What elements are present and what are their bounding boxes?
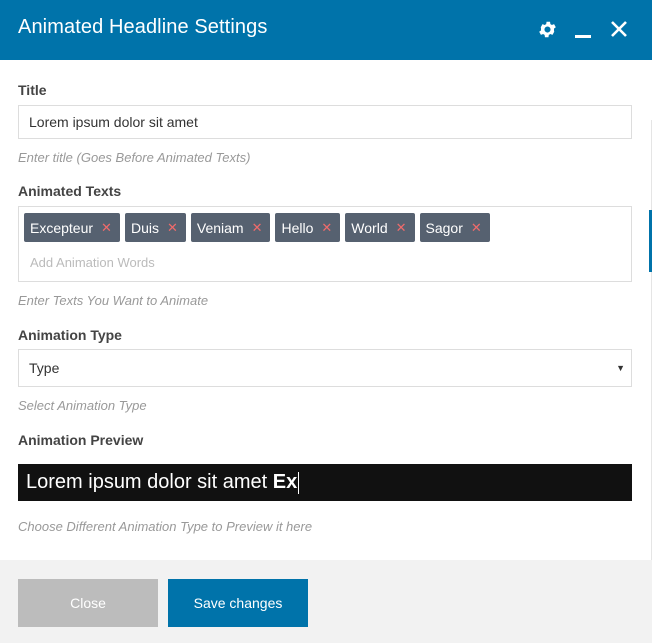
tag-label: Duis — [130, 219, 159, 236]
preview-animated-text: Ex — [272, 471, 298, 493]
tag-list: Excepteur ✕ Duis ✕ Veniam ✕ Hello ✕ World ✕ S… — [24, 213, 490, 242]
close-icon[interactable] — [608, 18, 630, 40]
animation-preview-label: Animation Preview — [18, 432, 144, 448]
animated-texts-label: Animated Texts — [18, 183, 122, 199]
animation-type-help: Select Animation Type — [18, 398, 147, 413]
animated-texts-help: Enter Texts You Want to Animate — [18, 293, 209, 308]
dialog-header: Animated Headline Settings — [0, 0, 652, 60]
animation-type-select[interactable]: Type ▼ — [18, 349, 632, 387]
gear-icon[interactable] — [536, 18, 558, 40]
title-label: Title — [18, 82, 47, 98]
tag: Veniam ✕ — [190, 213, 271, 242]
tag-label: World — [351, 219, 388, 236]
tag-remove-icon[interactable]: ✕ — [396, 220, 407, 236]
typing-cursor — [298, 471, 300, 494]
title-input[interactable]: Lorem ipsum dolor sit amet — [18, 105, 632, 139]
dialog-footer: Close Save changes — [0, 560, 652, 643]
header-actions — [536, 18, 630, 40]
title-input-value: Lorem ipsum dolor sit amet — [29, 114, 198, 130]
tag: Excepteur ✕ — [24, 213, 120, 242]
tag-label: Veniam — [196, 219, 244, 236]
title-help: Enter title (Goes Before Animated Texts) — [18, 150, 251, 165]
tag: World ✕ — [345, 213, 415, 242]
animation-type-value: Type — [29, 360, 60, 376]
tag-remove-icon[interactable]: ✕ — [471, 220, 482, 236]
animation-preview-help: Choose Different Animation Type to Previ… — [18, 519, 313, 534]
tag-remove-icon[interactable]: ✕ — [252, 220, 263, 236]
save-changes-button[interactable]: Save changes — [168, 579, 308, 627]
preview-static-text: Lorem ipsum dolor sit amet — [26, 471, 268, 493]
dropdown-caret-icon: ▼ — [616, 363, 625, 373]
animation-preview: Lorem ipsum dolor sit amet Ex — [18, 464, 632, 501]
tag: Sagor ✕ — [419, 213, 490, 242]
tag-label: Sagor — [425, 219, 463, 236]
minimize-icon[interactable] — [572, 18, 594, 40]
animation-type-label: Animation Type — [18, 327, 122, 343]
tag: Hello ✕ — [275, 213, 341, 242]
tag: Duis ✕ — [124, 213, 186, 242]
tag-remove-icon[interactable]: ✕ — [321, 220, 332, 236]
tag-remove-icon[interactable]: ✕ — [101, 220, 112, 236]
tag-label: Excepteur — [30, 219, 94, 236]
dialog-title: Animated Headline Settings — [18, 16, 268, 38]
tag-remove-icon[interactable]: ✕ — [167, 220, 178, 236]
animated-texts-input[interactable]: Excepteur ✕ Duis ✕ Veniam ✕ Hello ✕ World ✕ S… — [18, 206, 632, 282]
add-animation-words-input[interactable]: Add Animation Words — [30, 255, 155, 270]
tag-label: Hello — [281, 219, 314, 236]
close-button[interactable]: Close — [18, 579, 158, 627]
